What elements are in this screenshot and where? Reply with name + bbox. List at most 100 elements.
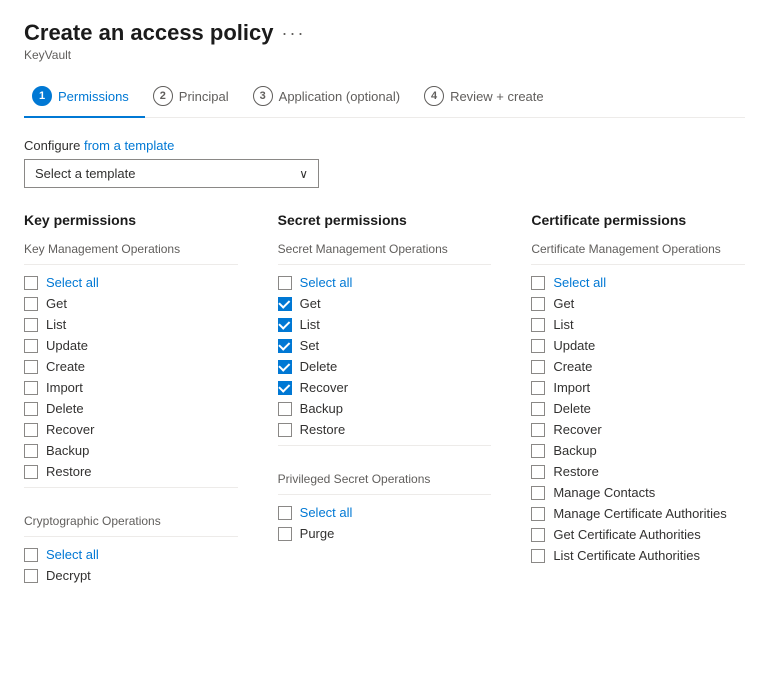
k-create-checkbox[interactable]	[24, 360, 38, 374]
k-import-checkbox[interactable]	[24, 381, 38, 395]
s-restore-item[interactable]: Restore	[278, 422, 492, 437]
c-get-item[interactable]: Get	[531, 296, 745, 311]
key-permissions-column: Key permissions Key Management Operation…	[24, 212, 238, 589]
c-update-checkbox[interactable]	[531, 339, 545, 353]
tab-application[interactable]: 3 Application (optional)	[245, 78, 416, 118]
ellipsis-menu[interactable]: ···	[281, 23, 305, 44]
c-update-item[interactable]: Update	[531, 338, 745, 353]
k-backup-item[interactable]: Backup	[24, 443, 238, 458]
c-managecontacts-checkbox[interactable]	[531, 486, 545, 500]
c-restore-checkbox[interactable]	[531, 465, 545, 479]
secret-mgmt-label: Secret Management Operations	[278, 242, 492, 256]
k-crypto-selectall-checkbox[interactable]	[24, 548, 38, 562]
c-delete-checkbox[interactable]	[531, 402, 545, 416]
k-recover-label: Recover	[46, 422, 94, 437]
c-backup-item[interactable]: Backup	[531, 443, 745, 458]
k-restore-item[interactable]: Restore	[24, 464, 238, 479]
k-restore-label: Restore	[46, 464, 92, 479]
k-recover-item[interactable]: Recover	[24, 422, 238, 437]
tab-review-create[interactable]: 4 Review + create	[416, 78, 560, 118]
s-recover-label: Recover	[300, 380, 348, 395]
c-delete-label: Delete	[553, 401, 591, 416]
c-create-item[interactable]: Create	[531, 359, 745, 374]
c-delete-item[interactable]: Delete	[531, 401, 745, 416]
k-update-checkbox[interactable]	[24, 339, 38, 353]
c-restore-label: Restore	[553, 464, 599, 479]
k-selectall-checkbox[interactable]	[24, 276, 38, 290]
s-priv-selectall-checkbox[interactable]	[278, 506, 292, 520]
s-delete-label: Delete	[300, 359, 338, 374]
k-update-item[interactable]: Update	[24, 338, 238, 353]
s-set-checkbox[interactable]	[278, 339, 292, 353]
key-mgmt-label: Key Management Operations	[24, 242, 238, 256]
c-import-checkbox[interactable]	[531, 381, 545, 395]
k-restore-checkbox[interactable]	[24, 465, 38, 479]
c-listca-checkbox[interactable]	[531, 549, 545, 563]
k-delete-item[interactable]: Delete	[24, 401, 238, 416]
s-purge-checkbox[interactable]	[278, 527, 292, 541]
c-manageca-checkbox[interactable]	[531, 507, 545, 521]
s-priv-selectall-item[interactable]: Select all	[278, 505, 492, 520]
s-restore-checkbox[interactable]	[278, 423, 292, 437]
c-list-checkbox[interactable]	[531, 318, 545, 332]
s-list-checkbox[interactable]	[278, 318, 292, 332]
k-recover-checkbox[interactable]	[24, 423, 38, 437]
k-crypto-selectall-item[interactable]: Select all	[24, 547, 238, 562]
c-recover-item[interactable]: Recover	[531, 422, 745, 437]
k-delete-checkbox[interactable]	[24, 402, 38, 416]
s-get-item[interactable]: Get	[278, 296, 492, 311]
template-dropdown[interactable]: Select a template ∨	[24, 159, 319, 188]
s-recover-checkbox[interactable]	[278, 381, 292, 395]
c-listca-item[interactable]: List Certificate Authorities	[531, 548, 745, 563]
s-selectall-item[interactable]: Select all	[278, 275, 492, 290]
step-1-circle: 1	[32, 86, 52, 106]
c-import-item[interactable]: Import	[531, 380, 745, 395]
step-2-circle: 2	[153, 86, 173, 106]
s-list-item[interactable]: List	[278, 317, 492, 332]
c-get-checkbox[interactable]	[531, 297, 545, 311]
tab-permissions[interactable]: 1 Permissions	[24, 78, 145, 118]
template-link[interactable]: from a template	[84, 138, 174, 153]
s-set-item[interactable]: Set	[278, 338, 492, 353]
k-backup-checkbox[interactable]	[24, 444, 38, 458]
s-purge-item[interactable]: Purge	[278, 526, 492, 541]
s-recover-item[interactable]: Recover	[278, 380, 492, 395]
tab-principal[interactable]: 2 Principal	[145, 78, 245, 118]
tab-principal-label: Principal	[179, 89, 229, 104]
page-subtitle: KeyVault	[24, 48, 745, 62]
k-import-item[interactable]: Import	[24, 380, 238, 395]
k-selectall-item[interactable]: Select all	[24, 275, 238, 290]
c-selectall-item[interactable]: Select all	[531, 275, 745, 290]
s-selectall-label: Select all	[300, 275, 353, 290]
cert-mgmt-label: Certificate Management Operations	[531, 242, 745, 256]
c-list-label: List	[553, 317, 573, 332]
k-list-item[interactable]: List	[24, 317, 238, 332]
c-getca-item[interactable]: Get Certificate Authorities	[531, 527, 745, 542]
c-manageca-label: Manage Certificate Authorities	[553, 506, 726, 521]
k-list-checkbox[interactable]	[24, 318, 38, 332]
s-selectall-checkbox[interactable]	[278, 276, 292, 290]
s-delete-item[interactable]: Delete	[278, 359, 492, 374]
k-get-label: Get	[46, 296, 67, 311]
c-recover-checkbox[interactable]	[531, 423, 545, 437]
c-list-item[interactable]: List	[531, 317, 745, 332]
k-decrypt-item[interactable]: Decrypt	[24, 568, 238, 583]
s-delete-checkbox[interactable]	[278, 360, 292, 374]
c-manageca-item[interactable]: Manage Certificate Authorities	[531, 506, 745, 521]
c-getca-checkbox[interactable]	[531, 528, 545, 542]
k-create-item[interactable]: Create	[24, 359, 238, 374]
s-backup-checkbox[interactable]	[278, 402, 292, 416]
c-restore-item[interactable]: Restore	[531, 464, 745, 479]
c-managecontacts-item[interactable]: Manage Contacts	[531, 485, 745, 500]
c-selectall-checkbox[interactable]	[531, 276, 545, 290]
c-import-label: Import	[553, 380, 590, 395]
s-get-checkbox[interactable]	[278, 297, 292, 311]
k-decrypt-checkbox[interactable]	[24, 569, 38, 583]
s-backup-item[interactable]: Backup	[278, 401, 492, 416]
k-update-label: Update	[46, 338, 88, 353]
k-get-item[interactable]: Get	[24, 296, 238, 311]
c-backup-checkbox[interactable]	[531, 444, 545, 458]
s-restore-label: Restore	[300, 422, 346, 437]
c-create-checkbox[interactable]	[531, 360, 545, 374]
k-get-checkbox[interactable]	[24, 297, 38, 311]
